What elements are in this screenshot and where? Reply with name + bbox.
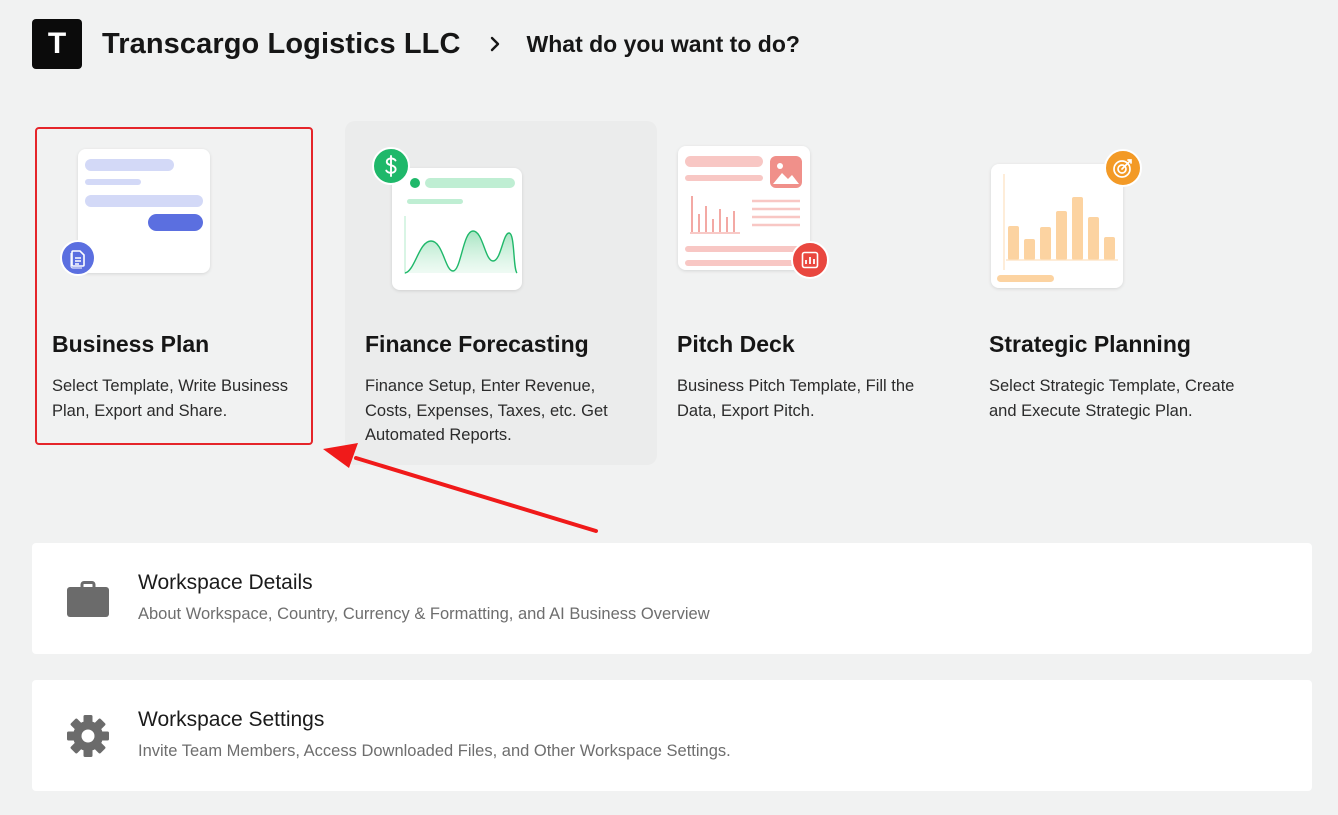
card-description: Select Template, Write Business Plan, Ex… <box>52 377 288 420</box>
workspace-settings-row[interactable]: Workspace Settings Invite Team Members, … <box>32 680 1312 791</box>
card-description: Select Strategic Template, Create and Ex… <box>989 377 1235 420</box>
chart-icon <box>791 241 829 279</box>
target-icon <box>1104 149 1142 187</box>
card-strategic-planning[interactable]: Strategic Planning Select Strategic Temp… <box>969 121 1281 465</box>
page-title: What do you want to do? <box>526 30 800 57</box>
card-pitch-deck[interactable]: Pitch Deck Business Pitch Template, Fill… <box>657 121 969 465</box>
company-name[interactable]: Transcargo Logistics LLC <box>102 28 461 61</box>
briefcase-icon <box>66 577 110 621</box>
card-title: Finance Forecasting <box>365 331 589 357</box>
card-title: Pitch Deck <box>677 331 795 357</box>
row-title: Workspace Details <box>138 571 313 594</box>
business-plan-illustration <box>78 149 210 273</box>
card-business-plan[interactable]: Business Plan Select Template, Write Bus… <box>32 121 344 465</box>
card-finance-forecasting[interactable]: Finance Forecasting Finance Setup, Enter… <box>345 121 657 465</box>
card-title: Business Plan <box>52 331 210 357</box>
workspace-avatar[interactable]: T <box>32 19 82 69</box>
row-title: Workspace Settings <box>138 708 325 731</box>
card-description: Finance Setup, Enter Revenue, Costs, Exp… <box>365 377 608 444</box>
pitch-deck-illustration <box>678 146 810 270</box>
row-description: Invite Team Members, Access Downloaded F… <box>138 742 731 760</box>
header: T Transcargo Logistics LLC What do you w… <box>32 19 800 69</box>
dollar-icon <box>372 147 410 185</box>
row-description: About Workspace, Country, Currency & For… <box>138 605 710 623</box>
document-icon <box>60 240 96 276</box>
card-title: Strategic Planning <box>989 331 1191 357</box>
card-description: Business Pitch Template, Fill the Data, … <box>677 377 915 420</box>
workspace-details-row[interactable]: Workspace Details About Workspace, Count… <box>32 543 1312 654</box>
chevron-right-icon <box>489 36 501 52</box>
gear-icon <box>66 714 110 758</box>
